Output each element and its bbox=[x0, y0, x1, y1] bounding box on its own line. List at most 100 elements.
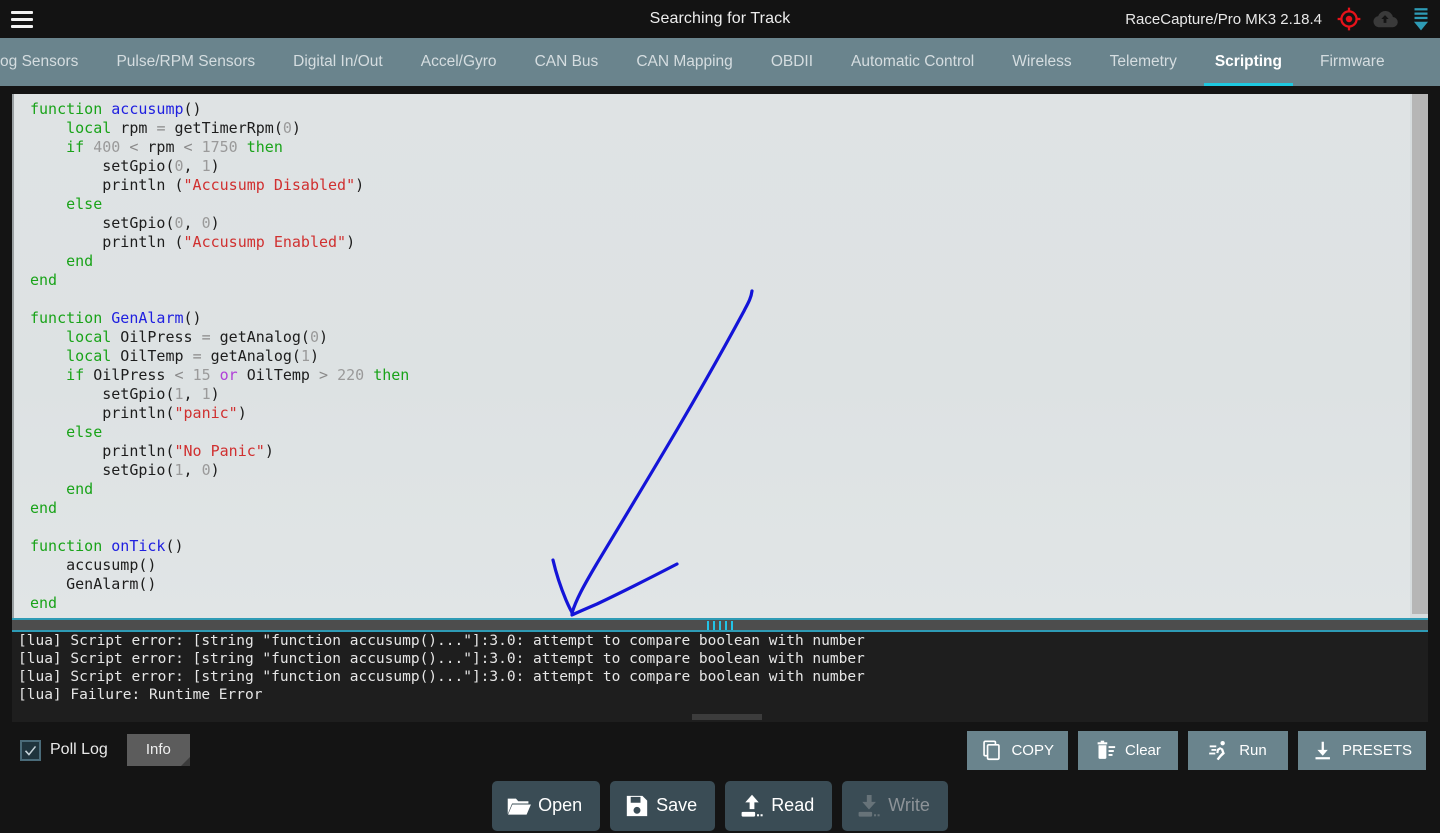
code-line: setGpio(0, 1) bbox=[30, 157, 220, 175]
copy-icon bbox=[981, 740, 1002, 761]
tab-can-bus[interactable]: CAN Bus bbox=[516, 38, 618, 86]
log-line: [lua] Script error: [string "function ac… bbox=[18, 669, 865, 685]
code-line: end bbox=[30, 271, 58, 289]
button-label: PRESETS bbox=[1341, 742, 1412, 759]
write-device-icon bbox=[856, 793, 882, 819]
code-line: println ("Accusump Disabled") bbox=[30, 176, 365, 194]
delete-sweep-icon bbox=[1095, 740, 1116, 761]
code-line: end bbox=[66, 252, 94, 270]
code-line: else bbox=[66, 195, 103, 213]
button-label: Clear bbox=[1125, 742, 1161, 759]
log-line: [lua] Failure: Runtime Error bbox=[18, 687, 263, 703]
hamburger-line bbox=[11, 10, 33, 14]
editor-scrollbar-thumb[interactable] bbox=[1412, 94, 1428, 614]
button-label: Run bbox=[1239, 742, 1267, 759]
code-line: function onTick() bbox=[30, 537, 184, 555]
code-line: end bbox=[30, 499, 58, 517]
code-line: end bbox=[30, 594, 58, 612]
code-line: if 400 < rpm < 1750 then bbox=[66, 138, 283, 156]
code-line: local OilTemp = getAnalog(1) bbox=[66, 347, 319, 365]
button-label: Read bbox=[771, 795, 815, 815]
splitter-grip-line bbox=[719, 620, 721, 630]
lua-script-editor[interactable]: function accusump() local rpm = getTimer… bbox=[12, 94, 1428, 618]
button-label: COPY bbox=[1011, 742, 1054, 759]
log-horizontal-scrollbar[interactable] bbox=[12, 714, 1428, 720]
app-root: Searching for Track RaceCapture/Pro MK3 … bbox=[0, 0, 1440, 833]
tab-pulse-rpm-sensors[interactable]: Pulse/RPM Sensors bbox=[97, 38, 274, 86]
hamburger-line bbox=[11, 24, 33, 28]
open-script-button[interactable]: Open bbox=[492, 780, 601, 831]
top-bar: Searching for Track RaceCapture/Pro MK3 … bbox=[0, 0, 1440, 38]
button-label: Write bbox=[888, 795, 930, 815]
clear-button[interactable]: Clear bbox=[1077, 731, 1178, 770]
check-icon bbox=[24, 745, 37, 756]
tab-automatic-control[interactable]: Automatic Control bbox=[832, 38, 993, 86]
poll-log-group: Poll Log Info bbox=[20, 734, 190, 766]
lua-code-content[interactable]: function accusump() local rpm = getTimer… bbox=[14, 94, 1428, 613]
code-line: end bbox=[66, 480, 94, 498]
script-log-pane[interactable]: [lua] Script error: [string "function ac… bbox=[12, 632, 1428, 722]
script-file-bar: Open Save Read Write bbox=[0, 778, 1440, 833]
code-line: println ("Accusump Enabled") bbox=[30, 233, 356, 251]
upload-device-icon bbox=[739, 793, 765, 819]
tab-telemetry[interactable]: Telemetry bbox=[1091, 38, 1196, 86]
code-line: accusump() bbox=[30, 556, 157, 574]
code-line: if OilPress < 15 or OilTemp > 220 then bbox=[66, 366, 410, 384]
write-script-button: Write bbox=[842, 780, 948, 831]
tab-analog-sensors[interactable]: Analog Sensors bbox=[0, 38, 97, 86]
poll-log-checkbox[interactable] bbox=[20, 739, 41, 761]
gps-target-icon[interactable] bbox=[1336, 6, 1362, 32]
tab-scripting[interactable]: Scripting bbox=[1196, 38, 1301, 86]
tab-accel-gyro[interactable]: Accel/Gyro bbox=[402, 38, 516, 86]
hamburger-line bbox=[11, 17, 33, 21]
cloud-upload-icon[interactable] bbox=[1372, 6, 1398, 32]
tab-wireless[interactable]: Wireless bbox=[993, 38, 1090, 86]
script-action-buttons: COPY Clear Run PRESETS bbox=[967, 731, 1426, 770]
tab-obdii[interactable]: OBDII bbox=[752, 38, 832, 86]
log-scrollbar-thumb[interactable] bbox=[691, 714, 762, 720]
code-line: println("No Panic") bbox=[30, 442, 274, 460]
script-editor-region: function accusump() local rpm = getTimer… bbox=[0, 86, 1440, 618]
splitter-grip-line bbox=[707, 620, 709, 630]
splitter-grip-line bbox=[731, 620, 733, 630]
code-line: local OilPress = getAnalog(0) bbox=[66, 328, 329, 346]
tab-digital-in-out[interactable]: Digital In/Out bbox=[274, 38, 402, 86]
presets-button[interactable]: PRESETS bbox=[1297, 731, 1426, 770]
read-script-button[interactable]: Read bbox=[725, 780, 833, 831]
code-line: local rpm = getTimerRpm(0) bbox=[66, 119, 301, 137]
download-icon bbox=[1312, 740, 1333, 761]
code-line: GenAlarm() bbox=[30, 575, 157, 593]
code-line: else bbox=[66, 423, 103, 441]
floppy-save-icon bbox=[624, 793, 650, 819]
save-script-button[interactable]: Save bbox=[610, 780, 716, 831]
splitter-grip-line bbox=[725, 620, 727, 630]
device-version-label: RaceCapture/Pro MK3 2.18.4 bbox=[1125, 10, 1322, 28]
run-person-icon bbox=[1209, 740, 1230, 761]
editor-vertical-scrollbar[interactable] bbox=[1410, 94, 1428, 618]
code-line: setGpio(1, 1) bbox=[30, 385, 220, 403]
code-line: println("panic") bbox=[30, 404, 247, 422]
top-bar-right-group: RaceCapture/Pro MK3 2.18.4 bbox=[1125, 0, 1434, 38]
log-line: [lua] Script error: [string "function ac… bbox=[18, 651, 865, 667]
code-line: setGpio(0, 0) bbox=[30, 214, 220, 232]
copy-button[interactable]: COPY bbox=[967, 731, 1068, 770]
folder-open-icon bbox=[506, 793, 532, 819]
log-level-dropdown[interactable]: Info bbox=[126, 734, 190, 766]
button-label: Save bbox=[656, 795, 698, 815]
splitter-grip-line bbox=[713, 620, 715, 630]
code-line: setGpio(1, 0) bbox=[30, 461, 220, 479]
run-button[interactable]: Run bbox=[1187, 731, 1288, 770]
code-line: function accusump() bbox=[30, 100, 202, 118]
editor-log-splitter[interactable] bbox=[12, 618, 1428, 632]
button-label: Open bbox=[538, 795, 583, 815]
module-tab-bar[interactable]: Analog SensorsPulse/RPM SensorsDigital I… bbox=[0, 38, 1440, 86]
tab-firmware[interactable]: Firmware bbox=[1301, 38, 1404, 86]
hamburger-menu-icon[interactable] bbox=[0, 0, 44, 38]
code-line: function GenAlarm() bbox=[30, 309, 202, 327]
tab-can-mapping[interactable]: CAN Mapping bbox=[617, 38, 752, 86]
poll-log-label: Poll Log bbox=[50, 741, 108, 758]
download-stack-icon[interactable] bbox=[1408, 6, 1434, 32]
log-line: [lua] Script error: [string "function ac… bbox=[18, 633, 865, 649]
